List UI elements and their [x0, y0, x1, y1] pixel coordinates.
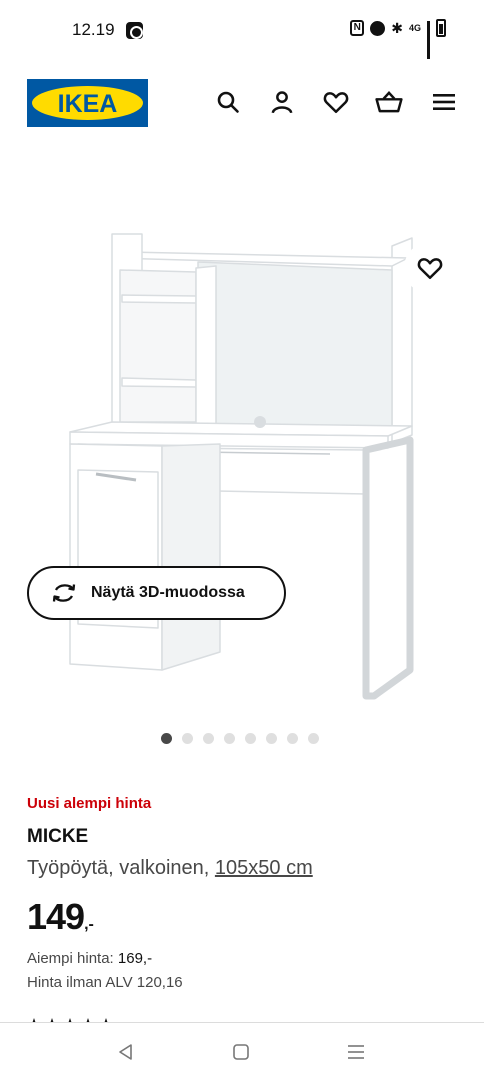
favourites-icon[interactable] — [322, 88, 350, 116]
previous-price-value: 169,- — [117, 950, 153, 967]
back-icon[interactable] — [114, 1041, 138, 1063]
new-lower-price-badge: Uusi alempi hinta — [27, 795, 152, 812]
network-label: 4G — [408, 22, 421, 33]
previous-price-label: Aiempi hinta: — [27, 950, 118, 967]
carousel-dot[interactable] — [287, 733, 298, 744]
carousel-dot[interactable] — [266, 733, 277, 744]
status-icons: N ✱ 4G — [350, 19, 446, 59]
carousel-dot[interactable] — [161, 733, 172, 744]
logo-text: IKEA — [57, 90, 118, 118]
product-name: MICKE — [27, 826, 89, 847]
save-to-favourites-button[interactable] — [404, 242, 456, 294]
recent-apps-icon[interactable] — [344, 1041, 368, 1063]
status-bar: 12.19 N ✱ 4G — [0, 0, 484, 62]
heart-icon — [417, 258, 443, 279]
image-carousel-dots — [161, 733, 319, 744]
previous-price: Aiempi hinta: 169,- — [27, 950, 152, 967]
carousel-dot[interactable] — [308, 733, 319, 744]
alarm-icon — [370, 20, 386, 36]
site-header: IKEA — [0, 62, 484, 142]
product-price: 149 ,- — [27, 896, 94, 938]
shopping-bag-icon[interactable] — [375, 88, 403, 116]
menu-icon[interactable] — [430, 88, 458, 116]
price-integer: 149 — [27, 896, 85, 937]
app-notification-icon — [126, 22, 143, 39]
product-description: Työpöytä, valkoinen, 105x50 cm — [27, 857, 313, 880]
battery-icon — [436, 19, 446, 37]
product-description-text: Työpöytä, valkoinen, — [27, 857, 215, 879]
home-icon[interactable] — [229, 1041, 253, 1063]
ikea-logo[interactable]: IKEA — [27, 79, 148, 127]
system-navigation-bar — [0, 1023, 484, 1080]
price-excluding-vat: Hinta ilman ALV 120,16 — [27, 974, 183, 991]
product-size-link[interactable]: 105x50 cm — [215, 857, 313, 879]
carousel-dot[interactable] — [245, 733, 256, 744]
carousel-dot[interactable] — [182, 733, 193, 744]
view-in-3d-button[interactable]: Näytä 3D-muodossa — [27, 566, 286, 620]
search-icon[interactable] — [214, 88, 242, 116]
carousel-dot[interactable] — [203, 733, 214, 744]
signal-icon — [427, 21, 430, 59]
bluetooth-icon: ✱ — [391, 19, 403, 36]
account-icon[interactable] — [268, 88, 296, 116]
price-decimal: ,- — [84, 916, 94, 933]
nfc-icon: N — [350, 20, 365, 36]
product-image[interactable] — [0, 150, 484, 720]
carousel-dot[interactable] — [224, 733, 235, 744]
view-in-3d-label: Näytä 3D-muodossa — [91, 584, 245, 601]
rotate-3d-icon — [52, 584, 76, 602]
status-time: 12.19 — [72, 20, 115, 39]
